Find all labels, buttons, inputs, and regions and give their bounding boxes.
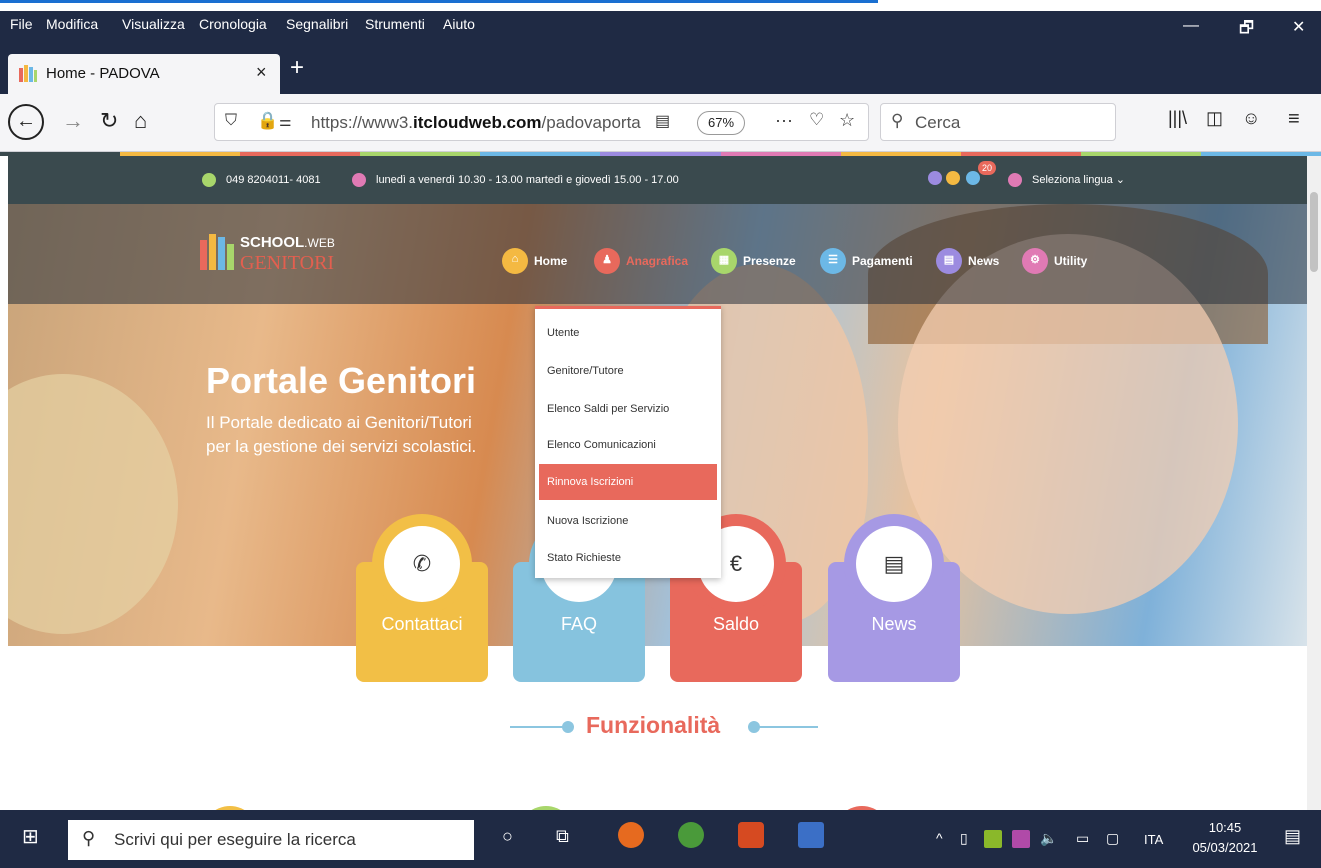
language-selector[interactable]: Seleziona lingua ⌄ (1008, 173, 1125, 188)
tray-app-2-icon[interactable] (1012, 830, 1030, 848)
address-bar[interactable]: ⛉ 🔒 ⚌ https://www3.itcloudweb.com/padova… (214, 103, 869, 141)
globe-image (8, 374, 178, 634)
tab-close-icon[interactable]: × (256, 62, 267, 83)
show-hidden-icons[interactable]: ^ (936, 830, 943, 846)
language-icon (1008, 173, 1022, 188)
home-menu-icon: ⌂ (502, 248, 528, 274)
tab-home-padova[interactable]: Home - PADOVA × (8, 54, 280, 94)
card-faq[interactable]: ? FAQ (513, 514, 645, 682)
tray-app-icon[interactable] (984, 830, 1002, 848)
zoom-level[interactable]: 67% (697, 111, 745, 135)
taskbar-search[interactable]: ⚲ Scrivi qui per eseguire la ricerca (68, 820, 474, 860)
language-indicator[interactable]: ITA (1144, 832, 1163, 847)
permissions-icon[interactable]: ⚌ (279, 113, 292, 130)
app-menu-icon[interactable]: ≡ (1288, 108, 1300, 131)
tab-title: Home - PADOVA (46, 65, 160, 82)
logo-hand-icon (200, 234, 234, 270)
calendar-menu-icon: ▦ (711, 248, 737, 274)
list-menu-icon: ☰ (820, 248, 846, 274)
tab-strip: Home - PADOVA × + (0, 40, 1321, 94)
notification-center-icon[interactable]: ▤ (1284, 826, 1301, 847)
hero-subtitle: Il Portale dedicato ai Genitori/Tutori pe… (206, 413, 477, 456)
hours-info: lunedì a venerdì 10.30 - 13.00 martedì e… (352, 173, 679, 187)
web-page: 049 8204011- 4081 lunedì a venerdì 10.30… (8, 156, 1307, 810)
sidebar-icon[interactable]: ◫ (1206, 108, 1223, 129)
battery-icon[interactable]: ▭ (1076, 830, 1089, 847)
top-stripe (0, 0, 1321, 11)
power-icon[interactable] (928, 171, 944, 185)
network-icon[interactable]: ▢ (1106, 830, 1119, 847)
document-icon[interactable] (798, 822, 824, 848)
bookmark-star-icon[interactable]: ☆ (839, 110, 855, 131)
windows-taskbar: ⊞ ⚲ Scrivi qui per eseguire la ricerca ○… (0, 810, 1321, 868)
browser-menubar: File Modifica Visualizza Cronologia Segn… (0, 11, 1321, 40)
phone-info: 049 8204011- 4081 (202, 173, 321, 187)
dropdown-item-nuova-iscrizione[interactable]: Nuova Iscrizione (539, 503, 717, 539)
more-actions-icon[interactable]: ··· (775, 110, 793, 131)
menu-segnalibri[interactable]: Segnalibri (286, 16, 348, 32)
tablet-icon[interactable]: ▯ (960, 830, 968, 847)
volume-icon[interactable]: 🔈 (1040, 830, 1057, 847)
dropdown-item-elenco-comunicazioni[interactable]: Elenco Comunicazioni (539, 427, 717, 463)
search-icon: ⚲ (891, 111, 904, 130)
page-scrollbar[interactable] (1307, 156, 1321, 810)
dropdown-item-rinnova-iscrizioni[interactable]: Rinnova Iscrizioni (539, 464, 717, 500)
newspaper-card-icon: ▤ (856, 526, 932, 602)
dropdown-item-stato-richieste[interactable]: Stato Richieste (539, 540, 717, 576)
section-heading: Funzionalità (508, 706, 818, 746)
notification-badge: 20 (978, 161, 996, 175)
logo-text-top: SCHOOL.WEB (240, 234, 335, 251)
info-bar: 049 8204011- 4081 lunedì a venerdì 10.30… (8, 156, 1307, 204)
site-favicon-icon (19, 65, 37, 82)
phone-icon (202, 173, 216, 187)
back-icon[interactable]: ← (8, 104, 44, 140)
anagrafica-dropdown: Utente Genitore/Tutore Elenco Saldi per … (535, 306, 721, 578)
menu-visualizza[interactable]: Visualizza (122, 16, 185, 32)
home-icon[interactable]: ⌂ (134, 108, 147, 134)
lock-icon[interactable]: 🔒 (257, 111, 278, 131)
code-menu-icon: ⚙ (1022, 248, 1048, 274)
task-view-icon[interactable]: ⧉ (556, 826, 569, 847)
forward-icon[interactable]: → (62, 108, 84, 134)
url-text[interactable]: https://www3.itcloudweb.com/padovaportal… (311, 113, 641, 133)
card-contattaci[interactable]: ✆ Contattaci (356, 514, 488, 682)
hero-title: Portale Genitori (206, 360, 477, 401)
menu-modifica[interactable]: Modifica (46, 16, 98, 32)
windows-start-icon[interactable]: ⊞ (22, 824, 39, 849)
clock-icon (352, 173, 366, 187)
navigation-toolbar: ← → ↻ ⌂ ⛉ 🔒 ⚌ https://www3.itcloudweb.co… (0, 94, 1321, 152)
chrome-icon[interactable] (678, 822, 704, 848)
tracking-shield-icon[interactable]: ⛉ (225, 112, 237, 130)
search-placeholder: Cerca (915, 113, 961, 132)
card-saldo[interactable]: € Saldo (670, 514, 802, 682)
menu-file[interactable]: File (10, 16, 33, 32)
cortana-icon[interactable]: ○ (502, 826, 513, 847)
menu-aiuto[interactable]: Aiuto (443, 16, 475, 32)
scrollbar-thumb[interactable] (1310, 192, 1318, 272)
phone-card-icon: ✆ (384, 526, 460, 602)
menu-strumenti[interactable]: Strumenti (365, 16, 425, 32)
clock[interactable]: 10:45 05/03/2021 (1190, 818, 1260, 858)
reader-view-icon[interactable]: ▤ (655, 111, 670, 131)
menu-cronologia[interactable]: Cronologia (199, 16, 267, 32)
search-box[interactable]: ⚲ Cerca (880, 103, 1116, 141)
close-window-button[interactable]: ✕ (1292, 17, 1305, 37)
dropdown-item-elenco-saldi[interactable]: Elenco Saldi per Servizio (539, 391, 717, 427)
search-icon: ⚲ (82, 828, 96, 848)
newspaper-menu-icon: ▤ (936, 248, 962, 274)
account-icon[interactable]: ☺ (1242, 108, 1260, 129)
firefox-icon[interactable] (618, 822, 644, 848)
logo-text-bottom: GENITORI (240, 252, 335, 274)
user-menu-icon: ♟ (594, 248, 620, 274)
help-icon[interactable] (946, 171, 962, 185)
minimize-button[interactable]: — (1183, 17, 1199, 35)
new-tab-button[interactable]: + (290, 54, 304, 82)
card-news[interactable]: ▤ News (828, 514, 960, 682)
dropdown-item-genitore-tutore[interactable]: Genitore/Tutore (539, 353, 717, 389)
pocket-icon[interactable]: ♡ (809, 110, 824, 130)
reload-icon[interactable]: ↻ (100, 108, 118, 134)
dropdown-item-utente[interactable]: Utente (539, 315, 717, 351)
office-icon[interactable] (738, 822, 764, 848)
library-icon[interactable]: |||\ (1168, 108, 1187, 129)
